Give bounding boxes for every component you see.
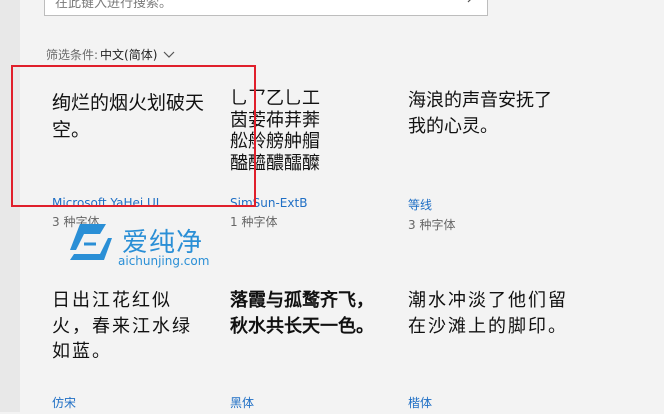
font-card-heiti[interactable]: 落霞与孤鹜齐飞，秋水共长天一色。 黑体: [230, 288, 400, 414]
font-count: 3 种字体: [408, 218, 456, 232]
font-name: SimSun-ExtB: [230, 196, 308, 210]
left-strip: [0, 0, 20, 412]
watermark-logo: 爱纯净 aichunjing.com: [66, 220, 236, 272]
font-sample: 绚烂的烟火划破天空。: [52, 92, 205, 141]
font-count: 1 种字体: [230, 215, 278, 229]
font-sample: 潮水冲淡了他们留在沙滩上的脚印。: [408, 290, 568, 337]
font-card-kaiti[interactable]: 潮水冲淡了他们留在沙滩上的脚印。 楷体: [408, 288, 578, 414]
watermark-url: aichunjing.com: [118, 254, 210, 268]
font-card-dengxian[interactable]: 海浪的声音安抚了我的心灵。 等线 3 种字体: [408, 88, 578, 233]
font-name: 等线: [408, 198, 433, 212]
search-placeholder: 在此键入进行搜索。: [55, 0, 173, 11]
filter-label: 筛选条件:: [46, 48, 99, 62]
font-card-microsoft-yahei-ui[interactable]: 绚烂的烟火划破天空。 Microsoft YaHei UI 3 种字体: [52, 90, 222, 230]
font-name: 楷体: [408, 396, 433, 410]
font-name: Microsoft YaHei UI: [52, 196, 160, 210]
font-name: 黑体: [230, 396, 255, 410]
font-sample: 日出江花红似火，春来江水绿如蓝。: [52, 290, 192, 363]
font-sample: 落霞与孤鹜齐飞，秋水共长天一色。: [230, 290, 374, 337]
watermark-logo-icon: [70, 224, 112, 260]
font-card-fangsong[interactable]: 日出江花红似火，春来江水绿如蓝。 仿宋: [52, 288, 222, 414]
chevron-down-icon: [163, 48, 175, 62]
font-name: 仿宋: [52, 396, 77, 410]
filter-dropdown[interactable]: 筛选条件: 中文(简体): [46, 46, 175, 63]
filter-value: 中文(简体): [100, 48, 158, 62]
font-sample: 海浪的声音安抚了我的心灵。: [408, 90, 552, 137]
search-input[interactable]: 在此键入进行搜索。: [44, 0, 488, 16]
search-icon[interactable]: [467, 0, 481, 8]
font-card-simsun-extb[interactable]: 乚乛乙乚工 茵荌茽荓莾 舩舲艕舯艒 醠醯醲醽醾 SimSun-ExtB 1 种字…: [230, 88, 400, 230]
font-sample: 乚乛乙乚工 茵荌茽荓莾 舩舲艕舯艒 醠醯醲醽醾: [230, 88, 320, 174]
